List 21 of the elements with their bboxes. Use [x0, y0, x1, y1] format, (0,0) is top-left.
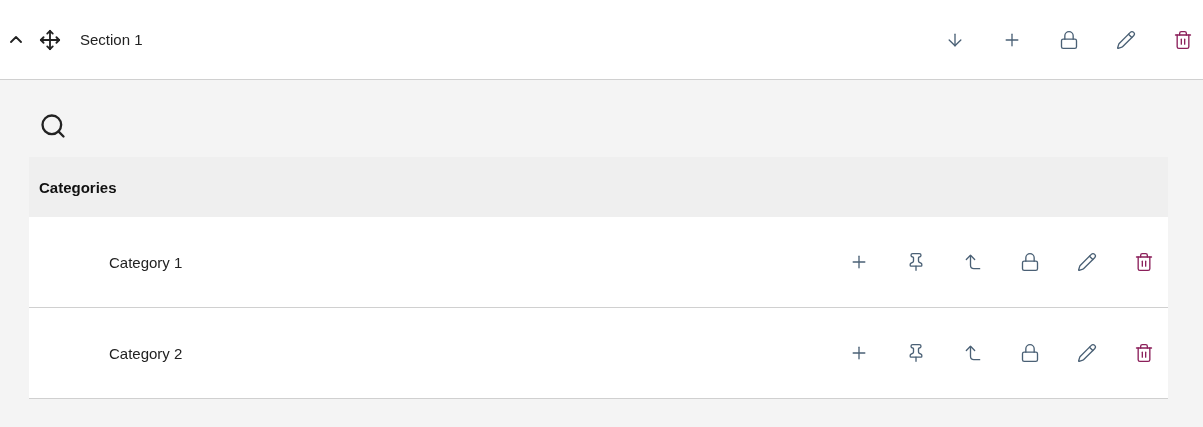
move-up-icon — [963, 343, 983, 363]
edit-button[interactable] — [1075, 250, 1099, 274]
delete-icon — [1134, 343, 1154, 363]
move-icon — [39, 28, 61, 51]
section-title: Section 1 — [80, 31, 143, 48]
edit-button[interactable] — [1075, 341, 1099, 365]
category-name: Category 1 — [109, 253, 183, 271]
edit-icon — [1077, 252, 1097, 272]
search-icon — [39, 112, 67, 140]
chevron-up-icon — [10, 36, 22, 43]
drag-handle[interactable] — [38, 27, 62, 52]
table-header: Categories — [29, 157, 1168, 217]
delete-icon — [1134, 252, 1154, 272]
edit-icon — [1077, 343, 1097, 363]
delete-icon — [1173, 29, 1193, 50]
move-up-icon — [963, 252, 983, 272]
lock-icon — [1020, 343, 1040, 363]
lock-icon — [1059, 29, 1079, 50]
lock-icon — [1020, 252, 1040, 272]
edit-icon — [1116, 29, 1136, 50]
category-name: Category 2 — [109, 344, 183, 362]
